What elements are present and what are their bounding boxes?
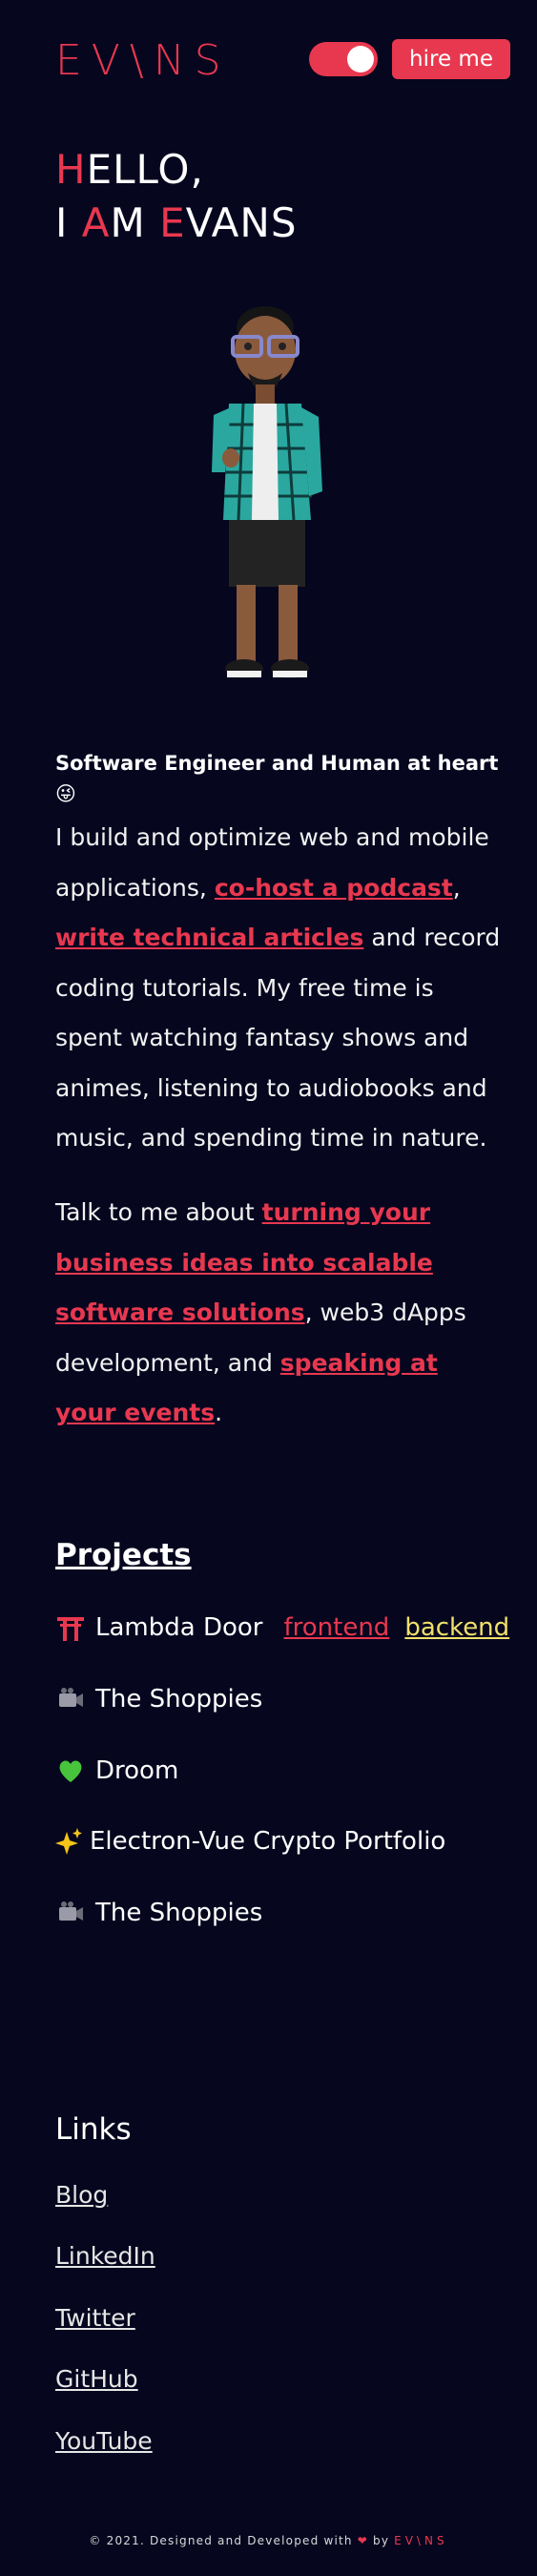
- project-item: The Shoppies: [55, 1682, 262, 1716]
- avatar: [212, 306, 322, 678]
- about-text: .: [215, 1399, 223, 1426]
- about-text: and record coding tutorials. My free tim…: [55, 924, 501, 1152]
- video-camera-icon: [55, 1684, 93, 1714]
- theme-toggle[interactable]: [309, 42, 378, 76]
- podcast-link[interactable]: co-host a podcast: [215, 874, 453, 902]
- project-item: Electron-Vue Crypto Portfolio: [55, 1824, 445, 1859]
- footer-text: by: [367, 2534, 395, 2547]
- video-camera-icon: [55, 1898, 93, 1928]
- sparkles-icon: [55, 1826, 88, 1857]
- about-paragraph-1: I build and optimize web and mobile appl…: [55, 813, 504, 1164]
- backend-link[interactable]: backend: [404, 1610, 509, 1645]
- footer-text: © 2021. Designed and Developed with: [89, 2534, 358, 2547]
- project-item: Lambda Door frontend backend: [55, 1610, 509, 1645]
- hero-text: M: [110, 199, 160, 246]
- green-heart-icon: [55, 1755, 93, 1786]
- hero-heading: HELLO, I AM EVANS: [55, 143, 297, 250]
- project-name[interactable]: The Shoppies: [95, 1682, 262, 1716]
- hero-letter-a: A: [81, 199, 111, 246]
- heart-icon: ❤: [357, 2534, 368, 2547]
- footer-logo: EV\NS: [394, 2534, 448, 2547]
- frontend-link[interactable]: frontend: [283, 1610, 389, 1645]
- blog-link[interactable]: Blog: [55, 2181, 108, 2209]
- hero-letter-h: H: [55, 146, 87, 193]
- about-paragraph-2: Talk to me about turning your business i…: [55, 1188, 504, 1439]
- project-name[interactable]: Electron-Vue Crypto Portfolio: [90, 1824, 445, 1859]
- about-text: Talk to me about: [55, 1198, 262, 1226]
- about-text: ,: [452, 873, 461, 902]
- projects-heading: Projects: [55, 1538, 192, 1572]
- hero-text: ELLO,: [86, 146, 204, 193]
- hero-line-2: I AM EVANS: [55, 197, 297, 250]
- youtube-link[interactable]: YouTube: [55, 2427, 153, 2455]
- articles-link[interactable]: write technical articles: [55, 924, 363, 951]
- toggle-knob: [347, 46, 374, 73]
- project-name[interactable]: The Shoppies: [95, 1896, 262, 1930]
- hero-text: I: [55, 199, 82, 246]
- site-footer: © 2021. Designed and Developed with ❤ by…: [0, 2534, 537, 2547]
- github-link[interactable]: GitHub: [55, 2365, 138, 2393]
- project-name[interactable]: Droom: [95, 1754, 178, 1788]
- project-item: Droom: [55, 1754, 178, 1788]
- site-logo[interactable]: EV\NS: [55, 38, 231, 84]
- site-header: EV\NS hire me: [0, 0, 537, 119]
- hero-text: VANS: [185, 199, 298, 246]
- hero-line-1: HELLO,: [55, 143, 297, 197]
- torii-gate-icon: [55, 1612, 93, 1643]
- project-name[interactable]: Lambda Door: [95, 1610, 262, 1645]
- hire-me-button[interactable]: hire me: [392, 39, 510, 79]
- project-item: The Shoppies: [55, 1896, 262, 1930]
- linkedin-link[interactable]: LinkedIn: [55, 2242, 155, 2270]
- links-heading: Links: [55, 2112, 132, 2147]
- twitter-link[interactable]: Twitter: [55, 2304, 135, 2332]
- tagline: Software Engineer and Human at heart 😜: [55, 752, 499, 805]
- hero-letter-e: E: [159, 199, 186, 246]
